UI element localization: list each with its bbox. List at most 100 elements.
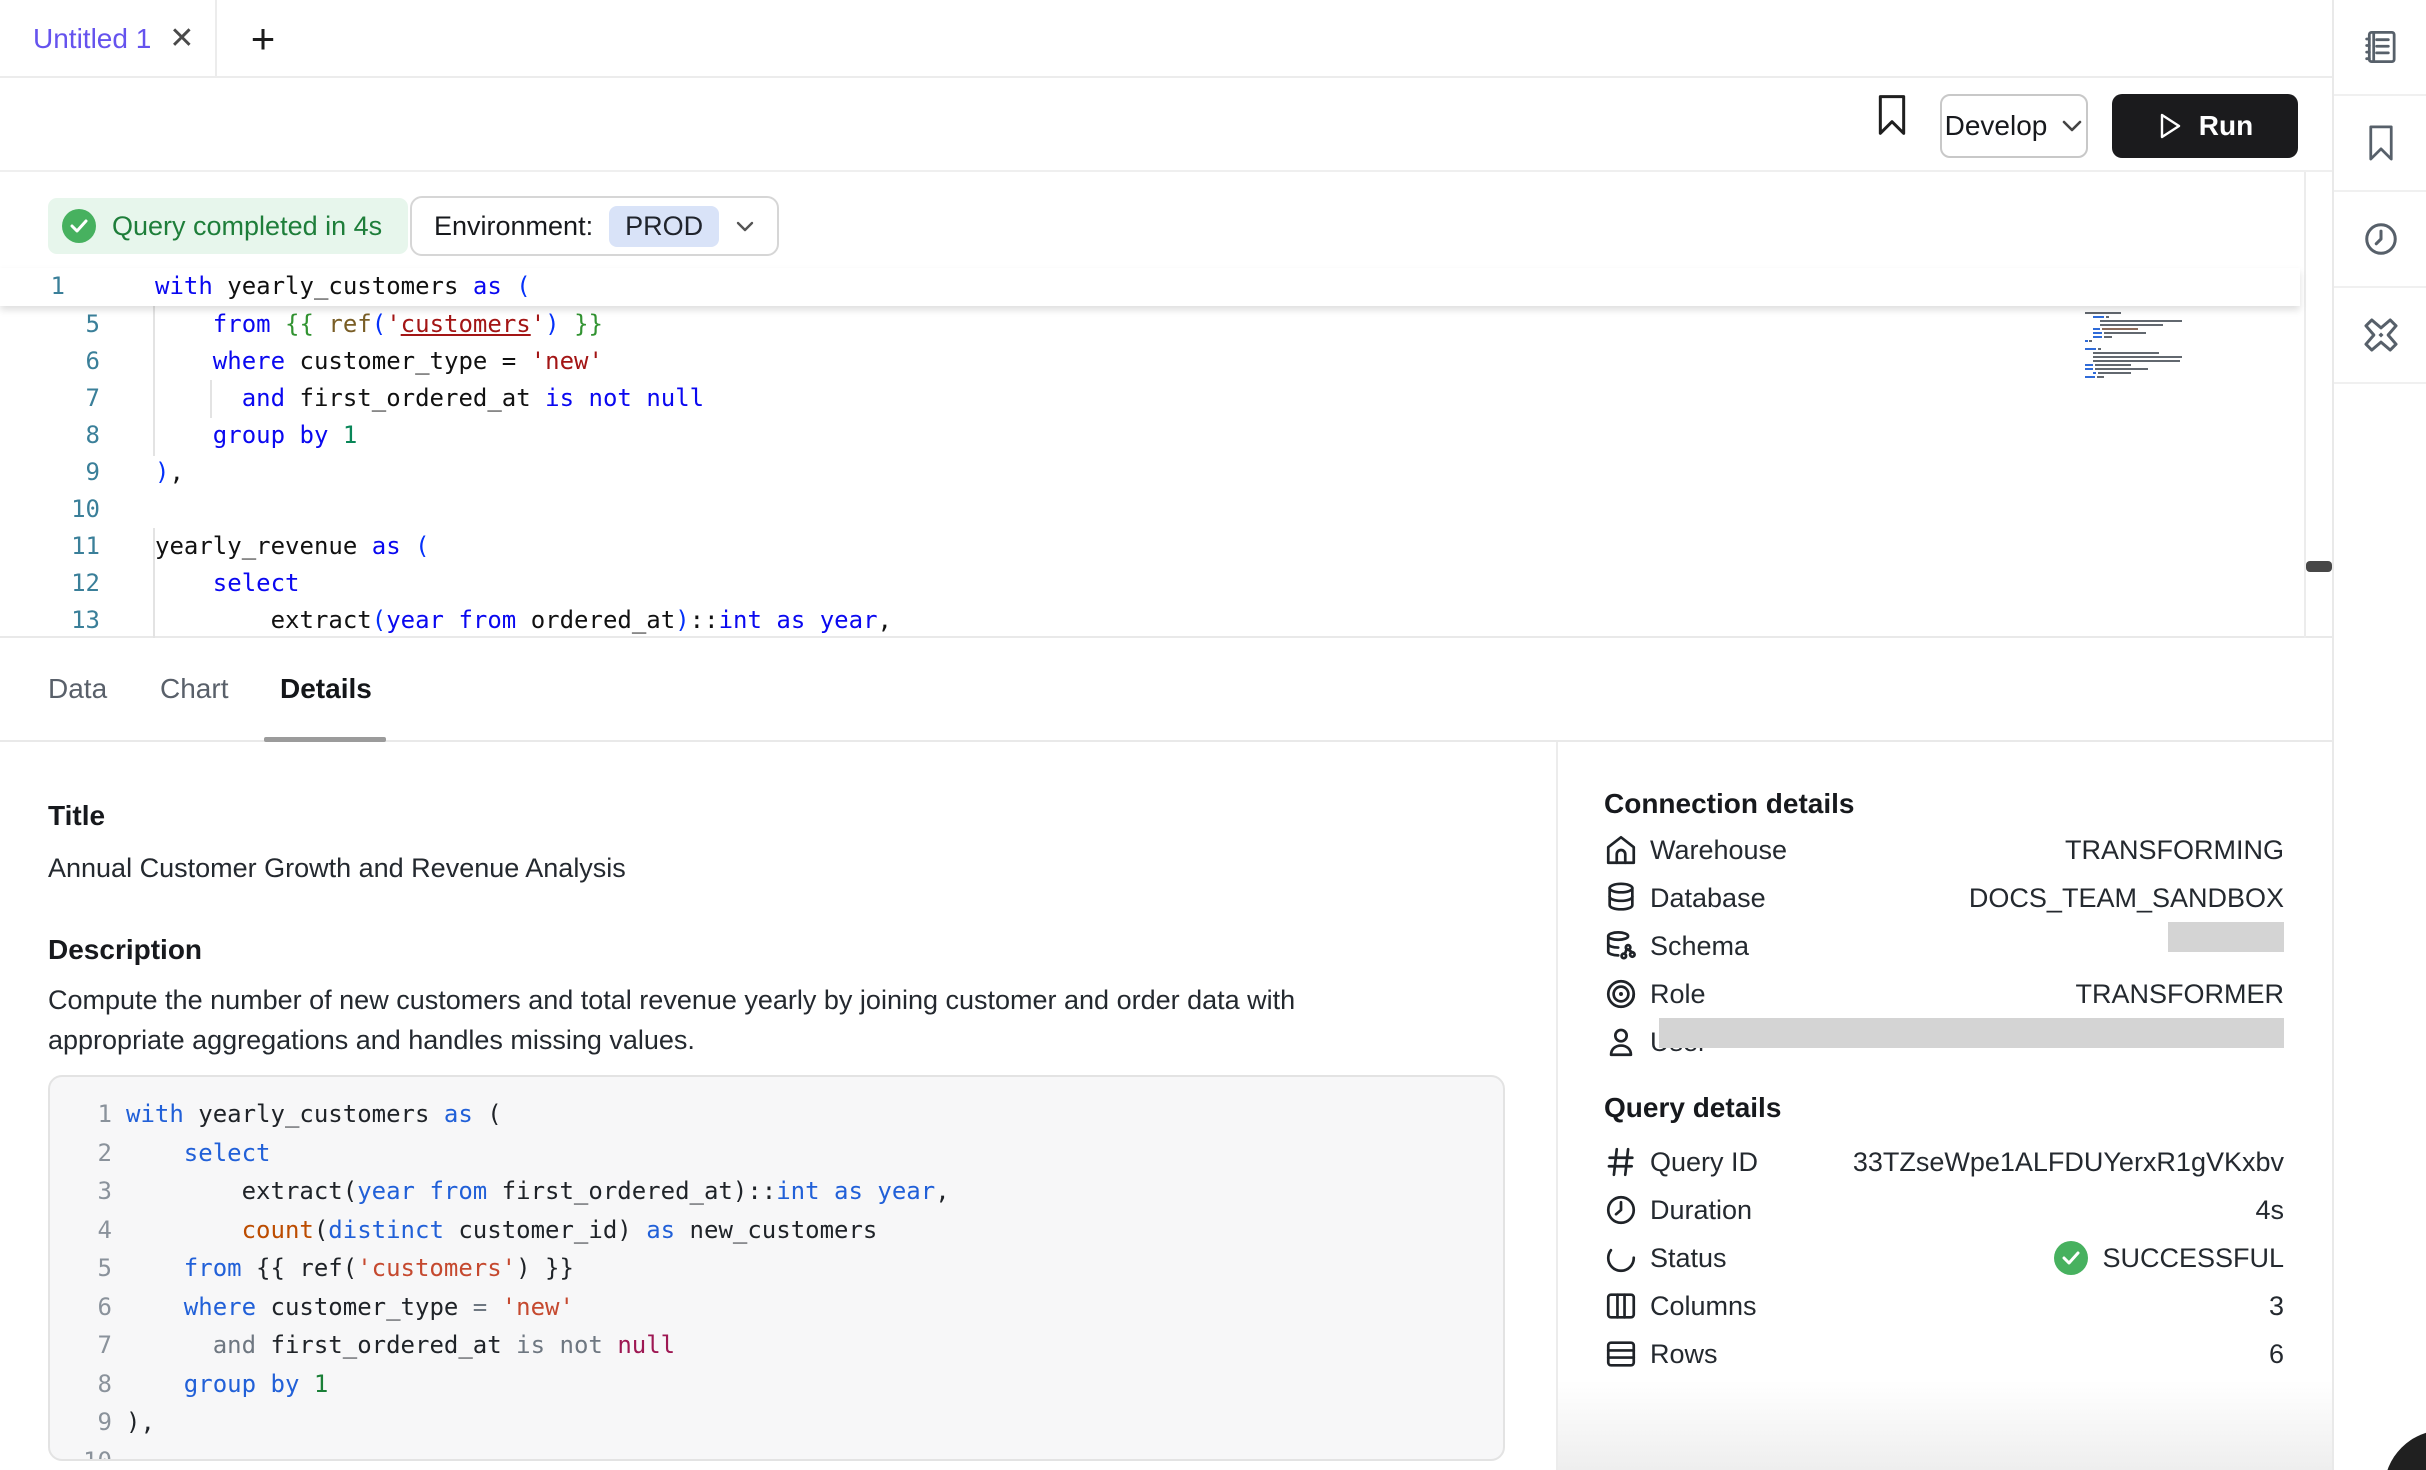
tab-details[interactable]: Details (280, 638, 372, 740)
row-value: TRANSFORMING (2065, 826, 2284, 874)
minimap-line (2085, 352, 2205, 354)
rail-history-button[interactable] (2334, 192, 2426, 288)
value-text: 4s (2255, 1186, 2284, 1234)
run-label: Run (2199, 110, 2253, 142)
line-number: 6 (64, 1288, 112, 1327)
connection-row-user: User (1604, 1018, 2284, 1066)
code-line: with yearly_customers as ( (155, 268, 531, 305)
editor-line[interactable]: 13 extract(year from ordered_at)::int as… (0, 602, 2300, 639)
description-value: Compute the number of new customers and … (48, 980, 1423, 1060)
rail-bookmark-button[interactable] (2334, 96, 2426, 192)
history-icon (2362, 220, 2400, 258)
minimap-line (2085, 324, 2205, 326)
line-number: 1 (64, 1095, 112, 1134)
minimap-line (2085, 320, 2205, 322)
editor-line[interactable]: 9), (0, 454, 2300, 491)
play-icon (2157, 112, 2183, 140)
row-value: 33TZseWpe1ALFDUYerxR1gVKxbv (1853, 1138, 2284, 1186)
value-text: TRANSFORMING (2065, 826, 2284, 874)
code-line: ), (155, 454, 184, 491)
chevron-down-icon (2061, 119, 2083, 133)
row-label: Rows (1650, 1330, 1718, 1378)
query-row-duration: Duration 4s (1604, 1186, 2284, 1234)
minimap-line (2085, 312, 2205, 314)
environment-label: Environment: (434, 211, 593, 242)
sql-block-line: 7 and first_ordered_at is not null (50, 1326, 1503, 1365)
dbt-logo-icon (2362, 316, 2400, 354)
sql-block-line: 6 where customer_type = 'new' (50, 1288, 1503, 1327)
right-icon-rail (2332, 0, 2426, 1470)
supplied-sql-block[interactable]: 1with yearly_customers as (2 select3 ext… (48, 1075, 1505, 1461)
row-value: SUCCESSFUL (2054, 1234, 2284, 1282)
sql-block-line: 4 count(distinct customer_id) as new_cus… (50, 1211, 1503, 1250)
row-value: 6 (2269, 1330, 2284, 1378)
tab-close-icon[interactable]: ✕ (169, 24, 194, 54)
check-circle-icon (2054, 1241, 2088, 1275)
connection-row-role: RoleTRANSFORMER (1604, 970, 2284, 1018)
editor-line[interactable]: 5 from {{ ref('customers') }} (0, 306, 2300, 343)
rows-icon (1604, 1337, 1638, 1371)
code-line: yearly_revenue as ( (155, 528, 430, 565)
sql-block-line: 1with yearly_customers as ( (50, 1095, 1503, 1134)
rail-notebook-button[interactable] (2334, 0, 2426, 96)
sql-block-line: 3 extract(year from first_ordered_at)::i… (50, 1172, 1503, 1211)
title-heading: Title (48, 800, 105, 832)
redacted-value (1659, 1018, 2284, 1048)
editor-code-lines[interactable]: 5 from {{ ref('customers') }}6 where cus… (0, 306, 2300, 639)
row-label: Warehouse (1650, 826, 1787, 874)
code-line: and first_ordered_at is not null (155, 380, 704, 417)
document-tab-bar: Untitled 1 ✕ + (0, 0, 2332, 78)
row-value: 3 (2269, 1282, 2284, 1330)
title-value: Annual Customer Growth and Revenue Analy… (48, 848, 626, 888)
hash-icon (1604, 1145, 1638, 1179)
minimap-line (2085, 372, 2205, 374)
row-value (2168, 922, 2284, 952)
sql-block-line: 10 (50, 1442, 1503, 1462)
minimap-line (2085, 332, 2205, 334)
minimap-line (2085, 356, 2205, 358)
run-button[interactable]: Run (2112, 94, 2298, 158)
clock-icon (1604, 1193, 1638, 1227)
tab-chart[interactable]: Chart (160, 638, 228, 740)
row-label: Columns (1650, 1282, 1757, 1330)
row-label: Database (1650, 874, 1766, 922)
description-heading: Description (48, 934, 202, 966)
toolbar: Develop Run (0, 80, 2332, 172)
editor-line[interactable]: 6 where customer_type = 'new' (0, 343, 2300, 380)
tab-data[interactable]: Data (48, 638, 107, 740)
develop-dropdown[interactable]: Develop (1940, 94, 2088, 158)
editor-line[interactable]: 10 (0, 491, 2300, 528)
sql-block-line: 8 group by 1 (50, 1365, 1503, 1404)
editor-scrollbar-thumb[interactable] (2306, 561, 2332, 572)
editor-line[interactable]: 8 group by 1 (0, 417, 2300, 454)
value-text: DOCS_TEAM_SANDBOX (1969, 874, 2284, 922)
bookmark-icon[interactable] (1872, 93, 1912, 137)
line-number: 10 (0, 491, 100, 528)
tab-untitled-1[interactable]: Untitled 1 ✕ (0, 0, 217, 78)
minimap-line (2085, 348, 2205, 350)
code-line: extract(year from ordered_at)::int as ye… (155, 602, 892, 639)
line-number: 6 (0, 343, 100, 380)
line-number: 5 (64, 1249, 112, 1288)
editor-line[interactable]: 7 and first_ordered_at is not null (0, 380, 2300, 417)
line-number: 2 (64, 1134, 112, 1173)
minimap-line (2085, 328, 2205, 330)
row-label: Duration (1650, 1186, 1752, 1234)
line-number: 5 (0, 306, 100, 343)
query-details-rows: Query ID33TZseWpe1ALFDUYerxR1gVKxbvDurat… (1604, 1138, 2284, 1378)
value-text: SUCCESSFUL (2102, 1234, 2284, 1282)
editor-line[interactable]: 12 select (0, 565, 2300, 602)
editor-line[interactable]: 11yearly_revenue as ( (0, 528, 2300, 565)
code-line: and first_ordered_at is not null (126, 1326, 675, 1365)
minimap-line (2085, 360, 2205, 362)
code-line: select (155, 565, 300, 602)
row-value: DOCS_TEAM_SANDBOX (1969, 874, 2284, 922)
details-divider (1556, 742, 1558, 1470)
code-line: ), (126, 1403, 155, 1442)
environment-selector[interactable]: Environment: PROD (410, 196, 779, 256)
new-tab-button[interactable]: + (233, 0, 293, 78)
warehouse-icon (1604, 833, 1638, 867)
connection-row-schema: Schema (1604, 922, 2284, 970)
rail-dbt-logo-button[interactable] (2334, 288, 2426, 384)
query-row-status: StatusSUCCESSFUL (1604, 1234, 2284, 1282)
